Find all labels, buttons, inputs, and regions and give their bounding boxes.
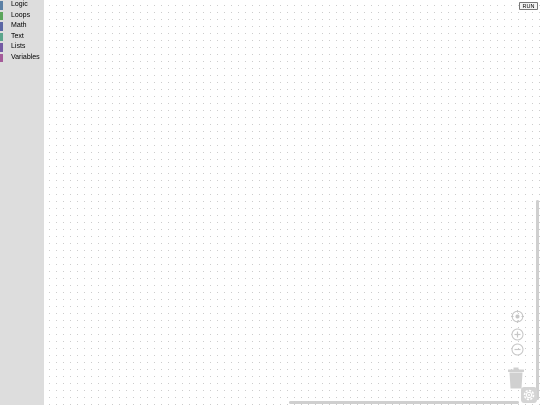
horizontal-scrollbar[interactable] — [289, 401, 519, 404]
toolbox-category-math[interactable]: Math — [0, 21, 44, 32]
target-icon — [511, 310, 524, 323]
category-color-swatch — [0, 43, 3, 52]
reset-zoom-button[interactable] — [511, 310, 524, 323]
run-button[interactable]: RUN — [519, 2, 538, 10]
category-label: Text — [11, 32, 24, 40]
category-label: Variables — [11, 53, 40, 61]
toolbox-category-lists[interactable]: Lists — [0, 42, 44, 53]
workspace-canvas[interactable]: RUN — [44, 0, 540, 405]
toolbox-category-variables[interactable]: Variables — [0, 53, 44, 64]
trash-can[interactable] — [508, 367, 524, 389]
trash-icon — [508, 367, 524, 389]
category-color-swatch — [0, 11, 3, 20]
zoom-out-button[interactable] — [511, 343, 524, 356]
category-label: Logic — [11, 1, 28, 8]
category-color-swatch — [0, 1, 3, 10]
toolbox-category-loops[interactable]: Loops — [0, 11, 44, 22]
category-label: Math — [11, 22, 27, 29]
category-color-swatch — [0, 32, 3, 41]
minus-circle-icon — [511, 343, 524, 356]
vertical-scrollbar[interactable] — [536, 200, 539, 400]
category-label: Loops — [11, 11, 31, 19]
zoom-in-button[interactable] — [511, 328, 524, 341]
gear-icon — [523, 389, 535, 401]
category-color-swatch — [0, 22, 3, 31]
category-label: Lists — [11, 43, 26, 50]
blockly-editor: Logic Loops Math Text Lists Variables RU… — [0, 0, 540, 405]
toolbox-category-text[interactable]: Text — [0, 32, 44, 43]
toolbox: Logic Loops Math Text Lists Variables — [0, 0, 44, 405]
toolbox-category-logic[interactable]: Logic — [0, 0, 44, 11]
category-color-swatch — [0, 53, 3, 62]
settings-button[interactable] — [521, 387, 537, 403]
plus-circle-icon — [511, 328, 524, 341]
